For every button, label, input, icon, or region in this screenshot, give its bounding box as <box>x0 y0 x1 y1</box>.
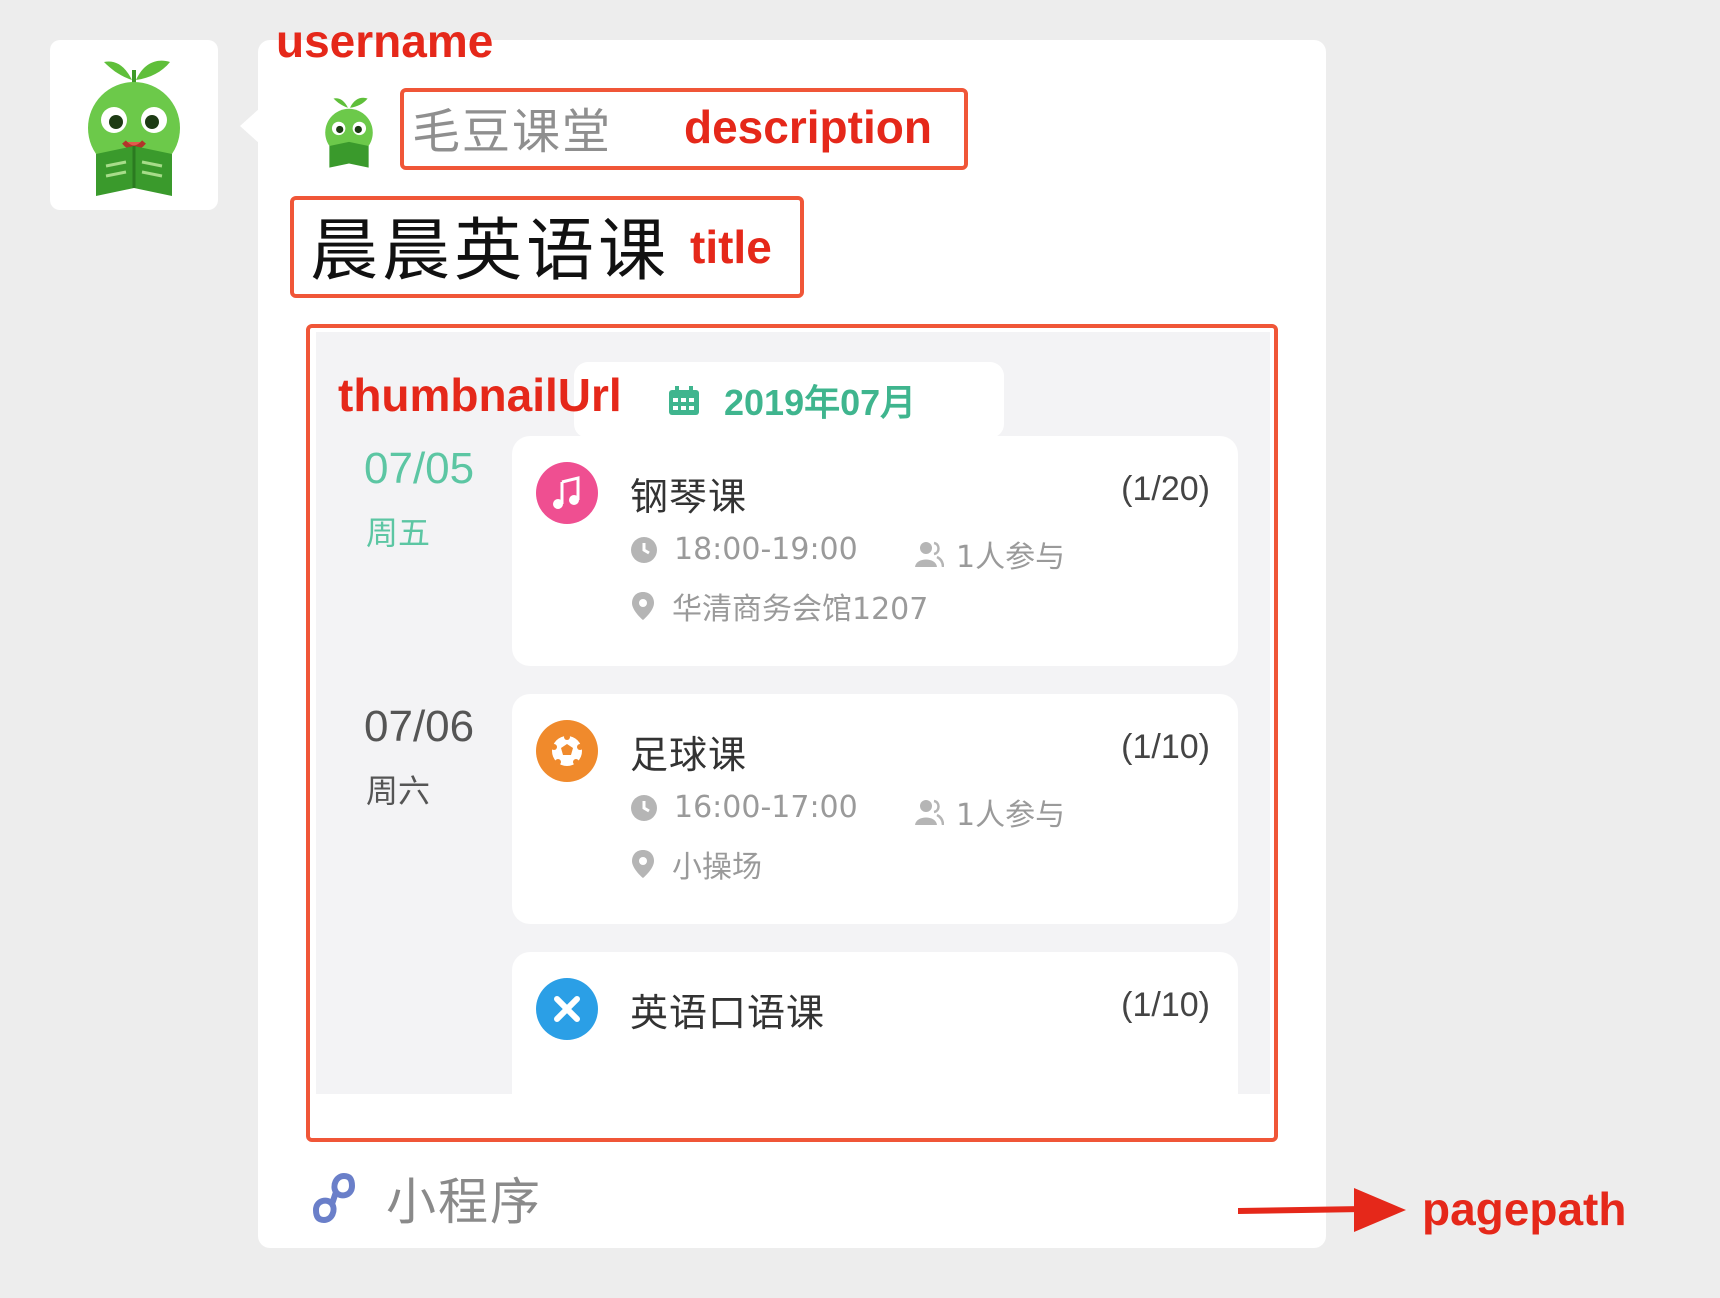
sender-avatar[interactable] <box>50 40 218 210</box>
miniprogram-label: 小程序 <box>386 1173 542 1231</box>
annotation-pagepath: pagepath <box>1422 1183 1627 1235</box>
annotation-description: description <box>684 101 932 153</box>
annotation-username: username <box>276 15 494 67</box>
chat-screen: 毛豆课堂 晨晨英语课 2019年07月 07/05 周五 钢琴课 (1/20) <box>0 0 1720 1298</box>
annotation-thumbnail: thumbnailUrl <box>338 369 622 421</box>
arrow-right-icon <box>1238 1188 1406 1232</box>
miniapp-logo-icon <box>318 92 380 170</box>
miniprogram-footer: 小程序 <box>306 1162 542 1234</box>
annotation-title: title <box>690 221 772 273</box>
bubble-tail <box>240 108 260 144</box>
bean-mascot-icon <box>88 60 180 196</box>
miniprogram-link-icon <box>312 1172 356 1224</box>
annotation-box-thumbnail <box>306 324 1278 1142</box>
